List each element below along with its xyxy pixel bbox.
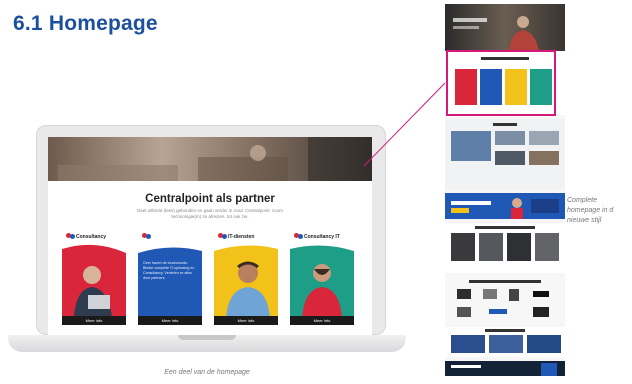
thumb-hero — [445, 4, 565, 51]
card-photo — [62, 244, 126, 325]
card-button[interactable]: Meer info — [214, 316, 278, 325]
card-label: IT-oplossingen — [152, 234, 188, 240]
card-photo — [214, 245, 278, 325]
hero-banner — [48, 137, 372, 181]
card-label: Consultancy — [76, 234, 107, 240]
logo-icon — [294, 233, 303, 239]
laptop-notch — [178, 335, 236, 340]
connector-line — [363, 81, 447, 167]
service-card-it-diensten[interactable]: IT-diensten Meer info — [214, 229, 278, 325]
service-card-consultancy[interactable]: Consultancy Meer info — [62, 229, 126, 325]
card-label: IT-diensten — [228, 234, 255, 240]
section-title: Centralpoint als partner — [145, 193, 275, 205]
thumb-highlight-box — [446, 50, 556, 116]
logo-icon — [66, 233, 75, 239]
page-title: 6.1 Homepage — [13, 12, 158, 35]
card-label: Consultancy IT — [304, 234, 340, 240]
section-subtitle: Deel uitbreid (lees) gebonden en gaan ve… — [137, 208, 283, 219]
card-photo — [290, 245, 354, 325]
service-card-it-oplossingen[interactable]: IT-oplossingen Over haven de touchclouds… — [138, 229, 202, 325]
hero-photo — [58, 137, 372, 181]
laptop-caption: Een deel van de homepage — [164, 369, 250, 376]
logo-icon — [218, 233, 227, 239]
logo-icon — [142, 233, 151, 239]
laptop-screen: Centralpoint als partner Deel uitbreid (… — [48, 137, 372, 335]
card-button[interactable]: Meer info — [138, 316, 202, 325]
card-button[interactable]: Meer info — [62, 316, 126, 325]
card-body-text: Over haven de touchclouds. Bieder comple… — [143, 261, 195, 280]
thumbnail-caption: Complete homepage in d nieuwe stijl — [567, 197, 614, 224]
card-button[interactable]: Meer info — [290, 316, 354, 325]
service-card-consultancy-it[interactable]: Consultancy IT Meer info — [290, 229, 354, 325]
thumb-hero-photo — [453, 16, 539, 51]
